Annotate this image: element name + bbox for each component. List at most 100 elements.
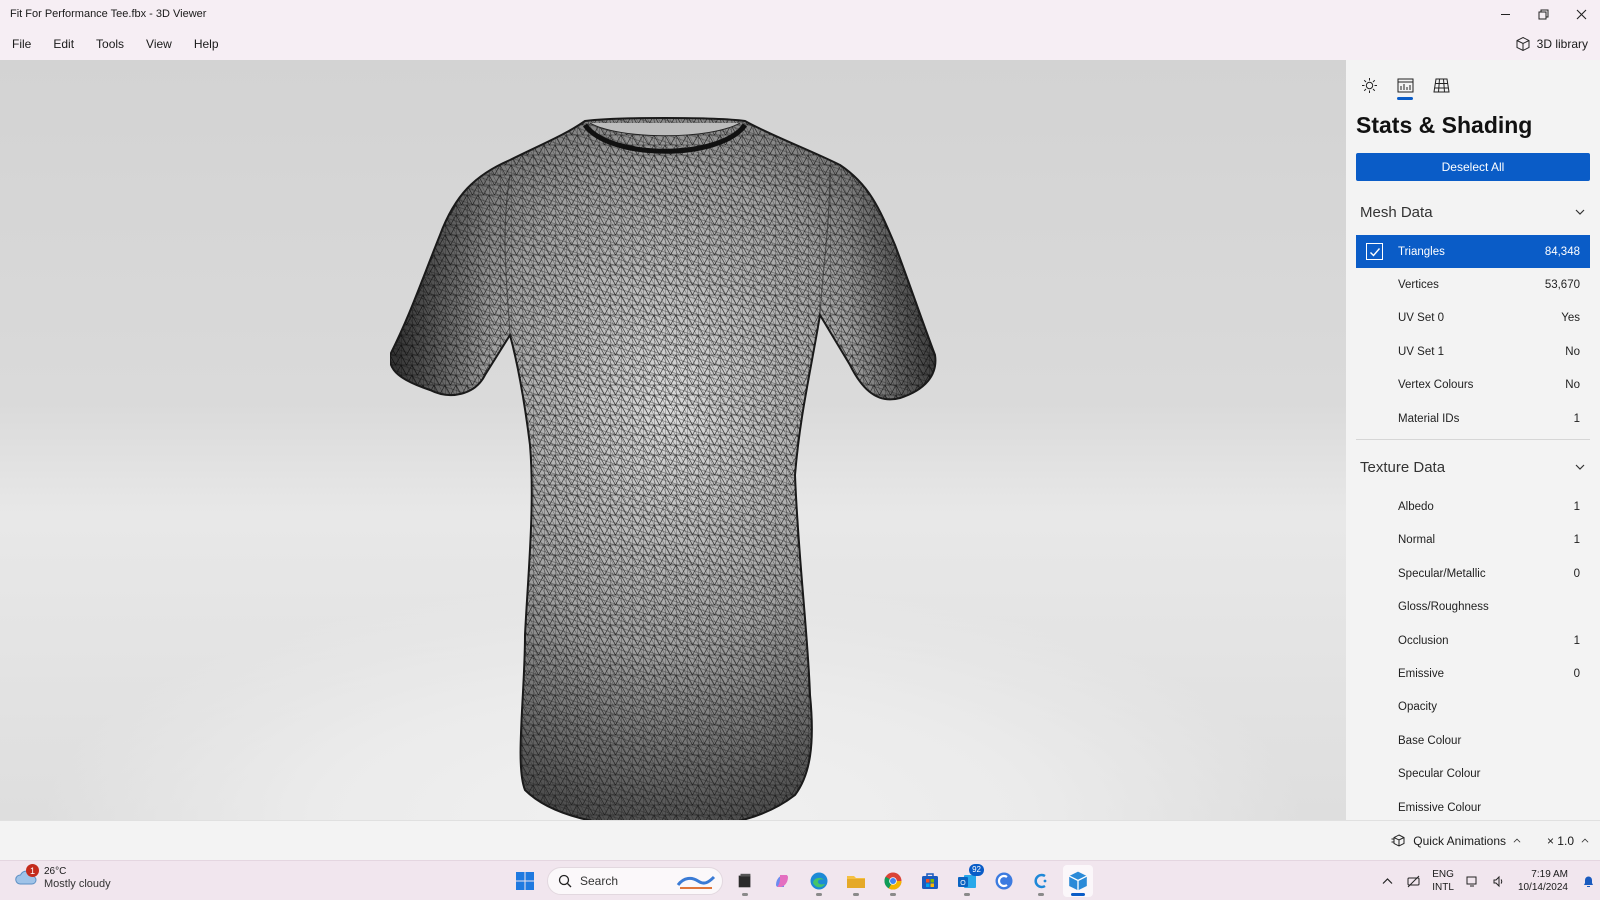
cloud-icon: 1 bbox=[14, 864, 39, 890]
tray-overflow-button[interactable] bbox=[1374, 861, 1400, 900]
tray-volume-button[interactable] bbox=[1486, 861, 1512, 900]
language-indicator[interactable]: ENG INTL bbox=[1426, 868, 1460, 894]
tab-stats-shading[interactable] bbox=[1390, 70, 1420, 100]
mesh-data-heading: Mesh Data bbox=[1360, 203, 1433, 221]
notification-badge: 92 bbox=[969, 864, 984, 876]
mesh-row-uv-set-1[interactable]: UV Set 1 No bbox=[1356, 335, 1590, 368]
window-title: Fit For Performance Tee.fbx - 3D Viewer bbox=[10, 8, 207, 20]
checkbox-checked[interactable] bbox=[1366, 243, 1383, 260]
row-label: Specular/Metallic bbox=[1398, 567, 1486, 580]
row-label: Vertex Colours bbox=[1398, 379, 1474, 392]
menu-edit[interactable]: Edit bbox=[42, 28, 85, 60]
taskbar-app-3d-viewer[interactable] bbox=[1063, 865, 1093, 897]
tab-lighting[interactable] bbox=[1354, 70, 1384, 100]
running-indicator bbox=[1038, 893, 1044, 896]
row-label: Albedo bbox=[1398, 501, 1434, 514]
chevron-up-icon bbox=[1513, 838, 1521, 843]
3d-library-button[interactable]: 3D library bbox=[1515, 28, 1588, 60]
taskbar-app-outlook[interactable]: O 92 bbox=[952, 864, 984, 897]
row-value: 1 bbox=[1573, 534, 1580, 547]
quick-animations-button[interactable]: Quick Animations bbox=[1391, 821, 1522, 861]
texture-row-opacity[interactable]: Opacity bbox=[1356, 691, 1590, 724]
panel-tabs bbox=[1346, 60, 1600, 100]
texture-row-occlusion[interactable]: Occlusion 1 bbox=[1356, 624, 1590, 657]
network-icon bbox=[1407, 875, 1420, 887]
menu-help[interactable]: Help bbox=[183, 28, 230, 60]
folder-icon bbox=[847, 876, 865, 888]
taskbar-app-folder[interactable] bbox=[841, 865, 871, 897]
row-label: UV Set 0 bbox=[1398, 312, 1445, 325]
texture-row-albedo[interactable]: Albedo 1 bbox=[1356, 490, 1590, 523]
mesh-row-uv-set-0[interactable]: UV Set 0 Yes bbox=[1356, 302, 1590, 335]
texture-row-specular-colour[interactable]: Specular Colour bbox=[1356, 757, 1590, 790]
row-label: Normal bbox=[1398, 534, 1436, 547]
texture-data-header[interactable]: Texture Data bbox=[1356, 444, 1590, 490]
row-label: Material IDs bbox=[1398, 412, 1460, 425]
running-indicator bbox=[742, 893, 748, 896]
texture-row-normal[interactable]: Normal 1 bbox=[1356, 524, 1590, 557]
texture-row-gloss-roughness[interactable]: Gloss/Roughness bbox=[1356, 591, 1590, 624]
taskbar-app-dark[interactable] bbox=[730, 865, 760, 897]
chrome-icon bbox=[884, 872, 902, 890]
playback-speed-button[interactable]: × 1.0 bbox=[1547, 821, 1590, 861]
check-icon bbox=[1369, 247, 1380, 257]
deselect-all-button[interactable]: Deselect All bbox=[1356, 153, 1590, 181]
taskbar-app-c[interactable] bbox=[1026, 865, 1056, 897]
start-button[interactable] bbox=[510, 865, 540, 897]
row-value: 0 bbox=[1573, 567, 1580, 580]
row-value: No bbox=[1565, 345, 1580, 358]
mesh-row-material-ids[interactable]: Material IDs 1 bbox=[1356, 402, 1590, 435]
close-button[interactable] bbox=[1562, 0, 1600, 28]
row-label: Occlusion bbox=[1398, 634, 1449, 647]
menu-bar: File Edit Tools View Help 3D library bbox=[0, 28, 1600, 60]
system-tray: ENG INTL 7:19 AM 10/14/2024 bbox=[1374, 861, 1600, 900]
minimize-button[interactable] bbox=[1486, 0, 1524, 28]
menu-tools[interactable]: Tools bbox=[85, 28, 135, 60]
texture-row-specular-metallic[interactable]: Specular/Metallic 0 bbox=[1356, 557, 1590, 590]
taskbar-app-store[interactable] bbox=[915, 865, 945, 897]
mesh-row-triangles[interactable]: Triangles 84,348 bbox=[1356, 235, 1590, 269]
running-indicator bbox=[890, 893, 896, 896]
chevron-up-icon bbox=[1382, 877, 1393, 884]
notifications-button[interactable] bbox=[1576, 861, 1600, 900]
row-label: Vertices bbox=[1398, 279, 1439, 292]
taskbar-app-chrome[interactable] bbox=[878, 865, 908, 897]
chevron-down-icon bbox=[1575, 209, 1585, 215]
title-bar: Fit For Performance Tee.fbx - 3D Viewer bbox=[0, 0, 1600, 28]
panel-title: Stats & Shading bbox=[1356, 112, 1533, 138]
taskbar-app-edge[interactable] bbox=[804, 865, 834, 897]
texture-row-emissive[interactable]: Emissive 0 bbox=[1356, 657, 1590, 690]
3d-library-label: 3D library bbox=[1536, 37, 1588, 51]
edge-icon bbox=[810, 872, 828, 890]
texture-row-emissive-colour[interactable]: Emissive Colour bbox=[1356, 791, 1590, 820]
stats-shading-panel: Stats & Shading Deselect All Mesh Data T… bbox=[1346, 60, 1600, 820]
row-value: Yes bbox=[1561, 312, 1580, 325]
clock[interactable]: 7:19 AM 10/14/2024 bbox=[1512, 868, 1576, 894]
tray-network-button[interactable] bbox=[1400, 861, 1426, 900]
mesh-data-header[interactable]: Mesh Data bbox=[1356, 189, 1590, 235]
restore-button[interactable] bbox=[1524, 0, 1562, 28]
tshirt-wireframe-model[interactable] bbox=[390, 115, 950, 820]
taskbar-app-copilot[interactable] bbox=[767, 865, 797, 897]
mesh-row-vertices[interactable]: Vertices 53,670 bbox=[1356, 268, 1590, 301]
language-line1: ENG bbox=[1432, 869, 1454, 880]
tray-display-button[interactable] bbox=[1460, 861, 1486, 900]
running-indicator bbox=[816, 893, 822, 896]
mesh-row-vertex-colours[interactable]: Vertex Colours No bbox=[1356, 369, 1590, 402]
taskbar-search[interactable]: Search bbox=[547, 867, 723, 895]
taskbar-app-copilot-app[interactable] bbox=[989, 865, 1019, 897]
playback-speed-value: × 1.0 bbox=[1546, 834, 1574, 848]
stats-icon bbox=[1397, 78, 1413, 92]
running-indicator bbox=[853, 893, 859, 896]
search-icon bbox=[558, 874, 572, 888]
grid-icon bbox=[1432, 78, 1450, 92]
menu-view[interactable]: View bbox=[135, 28, 183, 60]
tab-grid[interactable] bbox=[1426, 70, 1456, 100]
texture-row-base-colour[interactable]: Base Colour bbox=[1356, 724, 1590, 757]
windows-logo-icon bbox=[516, 872, 534, 890]
menu-file[interactable]: File bbox=[0, 28, 42, 60]
row-value: 1 bbox=[1573, 412, 1580, 425]
3d-viewport[interactable] bbox=[0, 60, 1346, 820]
weather-widget[interactable]: 1 26°C Mostly cloudy bbox=[14, 864, 111, 891]
bell-icon bbox=[1583, 876, 1593, 887]
